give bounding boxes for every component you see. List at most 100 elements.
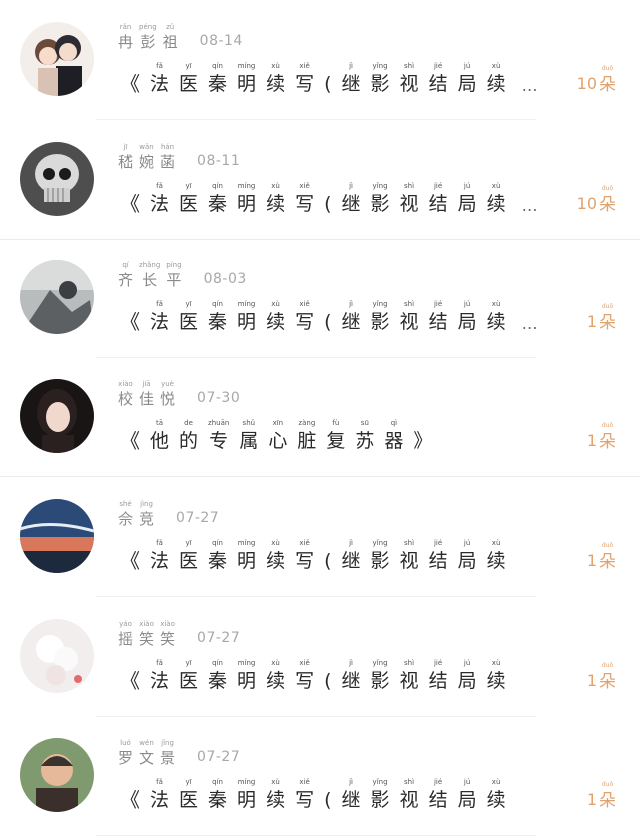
pinyin: duǒ [601,781,614,788]
username-char: wǎn 婉 [139,144,154,170]
book-title[interactable]: 《 tā 他 de 的 zhuān 专 shǔ 属 xīn 心 zàng 脏 fù 复 sū 苏 qì 器》 [120,415,432,452]
avatar-anime-couple[interactable] [20,22,94,96]
username[interactable]: jī 嵇 wǎn 婉 hán 菡 [118,144,175,170]
pinyin: qì [390,419,398,427]
character: 彭 [140,33,156,51]
username[interactable]: shé 佘 jìng 竞 [118,501,154,527]
book-title[interactable]: 《 fǎ 法 yī 医 qín 秦 míng 明 xù 续 xiě 写 (jì 继 yǐng 影 shì 视 jié 结… [120,58,540,95]
pinyin: jì [349,300,353,308]
title-char: qín 秦 [208,301,227,332]
character: ( [324,550,332,572]
pinyin: qí [122,261,129,269]
pinyin: yǐng [372,778,388,786]
comment-meta: rǎn 冉 péng 彭 zǔ 祖 08-14 [118,24,243,50]
pinyin: qín [212,300,223,308]
comment-meta: xiào 校 jiā 佳 yuè 悦 07-30 [118,381,241,407]
title-char: jú 局 [458,63,477,94]
username-char: xiào 校 [118,381,133,407]
character: 婉 [139,153,155,171]
character: 悦 [160,390,176,408]
username[interactable]: luó 罗 wén 文 jǐng 景 [118,740,175,766]
pinyin: xiě [299,778,310,786]
comment-row[interactable]: xiào 校 jiā 佳 yuè 悦 07-30 《 tā 他 de 的 zhuān 专 shǔ 属 xīn 心 z… [0,357,640,477]
comment-row[interactable]: rǎn 冉 péng 彭 zǔ 祖 08-14 《 fǎ 法 yī 医 qín 秦 míng 明 xù 续 xiě 写… [0,0,640,120]
username-char: jiā 佳 [139,381,154,407]
character: 续 [266,550,286,572]
username[interactable]: qí 齐 zhǎng 长 píng 平 [118,262,182,288]
comment-date: 07-30 [197,390,241,406]
pinyin: yuè [161,380,174,388]
character: ( [324,789,332,811]
pinyin: fǎ [156,62,163,70]
title-char: sū 苏 [355,420,374,451]
pinyin: xù [271,659,280,667]
character: 续 [266,311,286,333]
comment-row[interactable]: shé 佘 jìng 竞 07-27 《 fǎ 法 yī 医 qín 秦 míng 明 xù 续 xiě 写 (jì… [0,477,640,597]
title-char: 》 [413,420,432,451]
pinyin: duǒ [601,65,614,72]
avatar-grey-scene[interactable] [20,260,94,334]
pinyin: fǎ [156,300,163,308]
character: 影 [370,670,390,692]
title-char: xù 续 [487,183,506,214]
username-char: píng 平 [166,262,181,288]
pinyin: qín [212,182,223,190]
pinyin: jú [463,62,471,70]
username[interactable]: yáo 摇 xiào 笑 xiào 笑 [118,621,175,647]
book-title[interactable]: 《 fǎ 法 yī 医 qín 秦 míng 明 xù 续 xiě 写 (jì 继 yǐng 影 shì 视 jié 结… [120,296,540,333]
title-open-bracket: 《 [120,192,140,216]
pinyin: xiào [160,620,175,628]
pinyin: zàng [298,419,316,427]
pinyin: de [184,419,193,427]
title-char: qín 秦 [208,779,227,810]
avatar-skull[interactable] [20,142,94,216]
book-title[interactable]: 《 fǎ 法 yī 医 qín 秦 míng 明 xù 续 xiě 写 (jì 继 yǐng 影 shì 视 jié 结… [120,774,506,811]
character: 写 [295,311,315,333]
character: 属 [239,430,259,452]
title-char: yī 医 [179,301,198,332]
character: 视 [399,311,419,333]
book-title[interactable]: 《 fǎ 法 yī 医 qín 秦 míng 明 xù 续 xiě 写 (jì 继 yǐng 影 shì 视 jié 结… [120,178,540,216]
pinyin: jì [349,539,353,547]
character: 祖 [162,33,178,51]
character: 法 [150,73,170,95]
book-title[interactable]: 《 fǎ 法 yī 医 qín 秦 míng 明 xù 续 xiě 写 (jì 继 yǐng 影 shì 视 jié 结… [120,535,506,572]
comment-meta: qí 齐 zhǎng 长 píng 平 08-03 [118,262,247,288]
character: 景 [160,749,176,767]
character: 明 [237,193,257,215]
flower-count: 1 [586,312,597,331]
pinyin: xiě [299,300,310,308]
comment-row[interactable]: jī 嵇 wǎn 婉 hán 菡 08-11 《 fǎ 法 yī 医 qín 秦 míng 明 xù 续 xiě 写 (… [0,120,640,240]
character: ( [324,73,332,95]
username[interactable]: rǎn 冉 péng 彭 zǔ 祖 [118,24,178,50]
pinyin: xù [491,300,501,308]
character: 佘 [118,510,134,528]
comment-row[interactable]: qí 齐 zhǎng 长 píng 平 08-03 《 fǎ 法 yī 医 qín 秦 míng 明 xù 续 xi… [0,238,640,358]
pinyin: yī [185,539,192,547]
pinyin: jié [433,778,443,786]
comment-row[interactable]: yáo 摇 xiào 笑 xiào 笑 07-27 《 fǎ 法 yī 医 qín 秦 míng 明 xù 续 xi… [0,597,640,717]
flower-count: 1 [586,551,597,570]
comment-feed: rǎn 冉 péng 彭 zǔ 祖 08-14 《 fǎ 法 yī 医 qín 秦 míng 明 xù 续 xiě 写… [0,0,640,836]
pinyin: jì [349,62,353,70]
avatar-girl-portrait[interactable] [20,379,94,453]
flower-count-badge: 10 duǒ 朵 [577,60,616,94]
pinyin: xù [491,778,501,786]
avatar-sunset-sky[interactable] [20,499,94,573]
avatar-elder-woman[interactable] [20,738,94,812]
flower-count: 1 [586,790,597,809]
character: 续 [486,670,506,692]
username[interactable]: xiào 校 jiā 佳 yuè 悦 [118,381,175,407]
comment-row[interactable]: luó 罗 wén 文 jǐng 景 07-27 《 fǎ 法 yī 医 qín 秦 míng 明 xù 续 xiě… [0,716,640,836]
character: 法 [150,193,170,215]
pinyin: fǎ [156,659,163,667]
title-char: yǐng 影 [371,660,390,691]
pinyin: jú [463,539,471,547]
flower-unit: duǒ 朵 [599,186,616,214]
avatar-white-flowers[interactable] [20,619,94,693]
flower-count-badge: 1 duǒ 朵 [587,776,616,810]
book-title[interactable]: 《 fǎ 法 yī 医 qín 秦 míng 明 xù 续 xiě 写 (jì 继 yǐng 影 shì 视 jié 结… [120,655,506,692]
character: ( [324,311,332,333]
flower-count: 1 [586,431,597,450]
pinyin: xiào [139,620,154,628]
